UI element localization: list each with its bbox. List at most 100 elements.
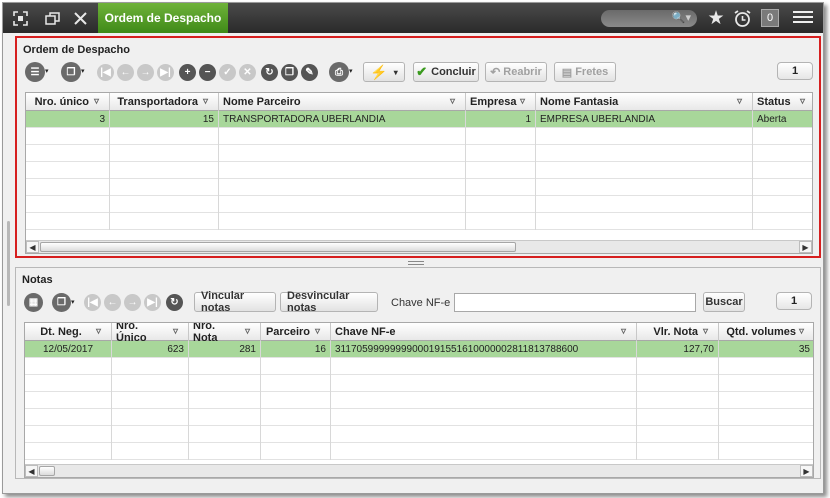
cell-dt-neg: 12/05/2017 bbox=[25, 341, 112, 358]
col-chave-nfe[interactable]: Chave NF-e ▿ bbox=[331, 323, 637, 341]
print-icon[interactable]: ⎙ bbox=[329, 62, 349, 82]
edit-icon[interactable]: ✎ bbox=[301, 64, 318, 81]
table-row[interactable] bbox=[25, 358, 813, 375]
table-row[interactable] bbox=[26, 162, 812, 179]
scroll-left-icon[interactable]: ◀ bbox=[26, 241, 39, 253]
chevron-down-icon[interactable]: ▾ bbox=[81, 67, 85, 75]
table-row[interactable] bbox=[25, 392, 813, 409]
restore-window-icon[interactable] bbox=[41, 7, 63, 29]
filter-icon[interactable]: ▿ bbox=[703, 326, 714, 337]
scroll-right-icon[interactable]: ▶ bbox=[799, 241, 812, 253]
reabrir-label: Reabrir bbox=[503, 66, 542, 78]
fit-screen-icon[interactable] bbox=[9, 7, 31, 29]
refresh-icon[interactable]: ↻ bbox=[261, 64, 278, 81]
page-indicator[interactable]: 1 bbox=[777, 62, 813, 80]
col-empresa[interactable]: Empresa ▿ bbox=[466, 93, 536, 111]
reabrir-button[interactable]: ↶ Reabrir bbox=[485, 62, 547, 82]
cell-transportadora: 15 bbox=[110, 111, 219, 128]
chevron-down-icon[interactable]: ▾ bbox=[71, 298, 75, 306]
prev-record-icon[interactable]: ← bbox=[104, 294, 121, 311]
buscar-button[interactable]: Buscar bbox=[703, 292, 745, 312]
col-nome-parceiro[interactable]: Nome Parceiro ▿ bbox=[219, 93, 466, 111]
scroll-left-icon[interactable]: ◀ bbox=[25, 465, 38, 477]
horizontal-scrollbar[interactable]: ◀ ▶ bbox=[25, 464, 813, 477]
actions-button[interactable]: ⚡ ▾ bbox=[363, 62, 405, 82]
col-parceiro[interactable]: Parceiro ▿ bbox=[261, 323, 331, 341]
table-row[interactable] bbox=[26, 128, 812, 145]
page-indicator[interactable]: 1 bbox=[776, 292, 812, 310]
first-record-icon[interactable]: |◀ bbox=[97, 64, 114, 81]
chevron-down-icon[interactable]: ▾ bbox=[45, 67, 49, 75]
panel-splitter[interactable] bbox=[408, 261, 424, 265]
filter-icon[interactable]: ▿ bbox=[800, 96, 811, 107]
table-row[interactable]: 3 15 TRANSPORTADORA UBERLANDIA 1 EMPRESA… bbox=[26, 111, 812, 128]
remove-icon[interactable]: − bbox=[199, 64, 216, 81]
filter-icon[interactable]: ▿ bbox=[203, 96, 214, 107]
scroll-thumb[interactable] bbox=[40, 242, 516, 252]
copy-menu-icon[interactable]: ❐ bbox=[61, 62, 81, 82]
col-nro-unico[interactable]: Nro. único ▿ bbox=[26, 93, 110, 111]
scroll-thumb[interactable] bbox=[39, 466, 55, 476]
filter-icon[interactable]: ▿ bbox=[96, 326, 107, 337]
fretes-button[interactable]: ▤ Fretes bbox=[554, 62, 616, 82]
last-record-icon[interactable]: ▶| bbox=[157, 64, 174, 81]
scroll-right-icon[interactable]: ▶ bbox=[800, 465, 813, 477]
col-nro-unico[interactable]: Nro. Único ▿ bbox=[112, 323, 189, 344]
alarm-icon[interactable] bbox=[731, 7, 753, 29]
col-label: Nro. único bbox=[34, 96, 89, 108]
filter-icon[interactable]: ▿ bbox=[245, 326, 256, 337]
menu-icon[interactable] bbox=[793, 11, 813, 26]
filter-icon[interactable]: ▿ bbox=[450, 96, 461, 107]
first-record-icon[interactable]: |◀ bbox=[84, 294, 101, 311]
col-nome-fantasia[interactable]: Nome Fantasia ▿ bbox=[536, 93, 753, 111]
star-icon[interactable]: ★ bbox=[705, 7, 727, 29]
filter-icon[interactable]: ▿ bbox=[799, 326, 810, 337]
refresh-icon[interactable]: ↻ bbox=[166, 294, 183, 311]
grid-menu-icon[interactable]: ☰ bbox=[25, 62, 45, 82]
col-transportadora[interactable]: Transportadora ▿ bbox=[110, 93, 219, 111]
table-row[interactable] bbox=[26, 213, 812, 230]
desvincular-notas-button[interactable]: Desvincular notas bbox=[280, 290, 378, 314]
filter-icon[interactable]: ▿ bbox=[173, 326, 184, 337]
side-collapse-handle[interactable] bbox=[7, 221, 10, 306]
col-dt-neg[interactable]: Dt. Neg. ▿ bbox=[25, 323, 112, 341]
notification-badge[interactable]: 0 bbox=[761, 9, 779, 27]
table-row[interactable]: 12/05/2017 623 281 16 311705999999990001… bbox=[25, 341, 813, 358]
table-row[interactable] bbox=[25, 426, 813, 443]
filter-icon[interactable]: ▿ bbox=[94, 96, 105, 107]
table-row[interactable] bbox=[26, 196, 812, 213]
filter-icon[interactable]: ▿ bbox=[621, 326, 632, 337]
horizontal-scrollbar[interactable]: ◀ ▶ bbox=[26, 240, 812, 253]
cell-qtd-volumes: 35 bbox=[719, 341, 813, 358]
check-icon[interactable]: ✓ bbox=[219, 64, 236, 81]
col-vlr-nota[interactable]: Vlr. Nota ▿ bbox=[637, 323, 719, 341]
prev-record-icon[interactable]: ← bbox=[117, 64, 134, 81]
filter-icon[interactable]: ▿ bbox=[315, 326, 326, 337]
table-row[interactable] bbox=[25, 443, 813, 460]
add-icon[interactable]: + bbox=[179, 64, 196, 81]
concluir-button[interactable]: ✔ Concluir bbox=[413, 62, 479, 82]
chave-nfe-input[interactable] bbox=[454, 293, 696, 312]
table-row[interactable] bbox=[25, 375, 813, 392]
chevron-down-icon[interactable]: ▾ bbox=[349, 67, 353, 75]
col-qtd-volumes[interactable]: Qtd. volumes ▿ bbox=[719, 323, 813, 341]
filter-icon[interactable]: ▿ bbox=[520, 96, 531, 107]
grid-icon[interactable]: ▦ bbox=[24, 293, 43, 312]
next-record-icon[interactable]: → bbox=[137, 64, 154, 81]
tab-ordem-de-despacho[interactable]: Ordem de Despacho bbox=[98, 3, 228, 33]
cell-vlr-nota: 127,70 bbox=[637, 341, 719, 358]
last-record-icon[interactable]: ▶| bbox=[144, 294, 161, 311]
cancel-icon[interactable]: ✕ bbox=[239, 64, 256, 81]
filter-icon[interactable]: ▿ bbox=[737, 96, 748, 107]
copy-menu-icon[interactable]: ❐ bbox=[52, 293, 71, 312]
table-row[interactable] bbox=[25, 409, 813, 426]
table-row[interactable] bbox=[26, 179, 812, 196]
close-icon[interactable] bbox=[69, 7, 91, 29]
vincular-notas-button[interactable]: Vincular notas bbox=[194, 290, 276, 314]
col-nro-nota[interactable]: Nro. Nota ▿ bbox=[189, 323, 261, 344]
col-status[interactable]: Status ▿ bbox=[753, 93, 812, 111]
table-row[interactable] bbox=[26, 145, 812, 162]
duplicate-icon[interactable]: ❐ bbox=[281, 64, 298, 81]
global-search-input[interactable]: 🔍▾ bbox=[601, 10, 697, 27]
next-record-icon[interactable]: → bbox=[124, 294, 141, 311]
